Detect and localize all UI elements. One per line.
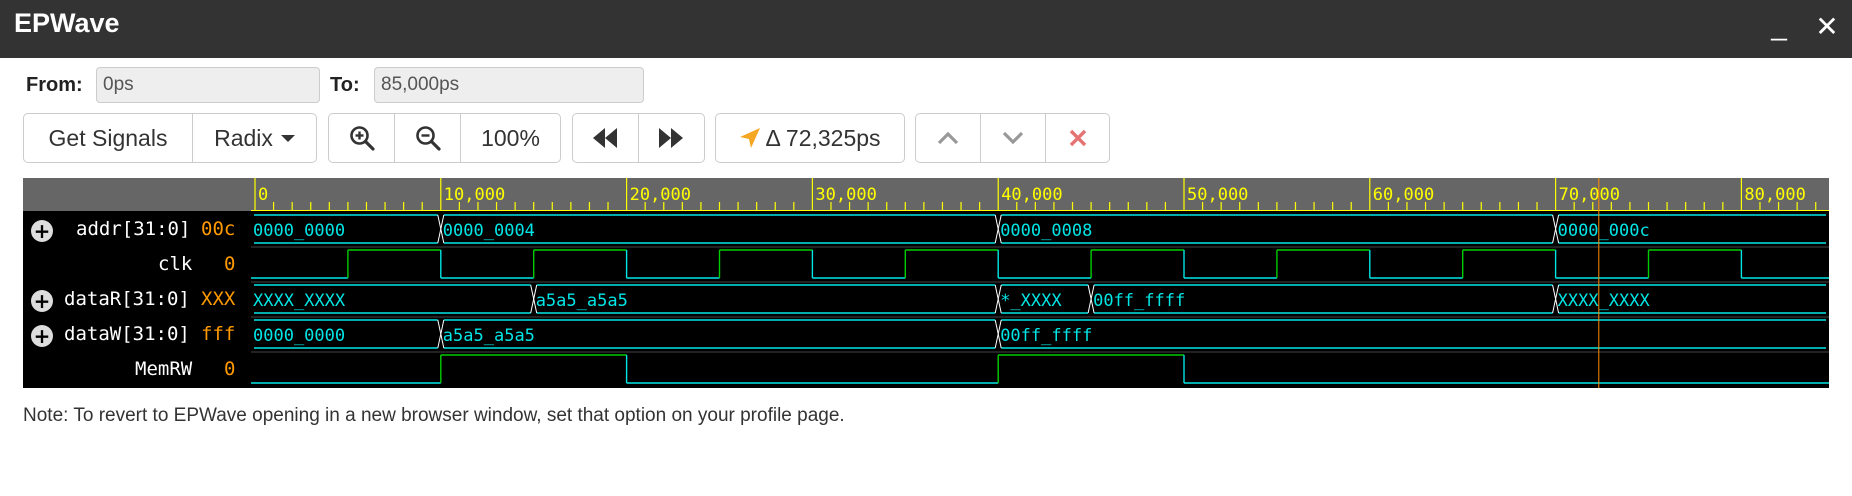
to-label: To: — [330, 74, 360, 96]
fast-forward-button[interactable] — [639, 114, 705, 162]
bus-value-label: 0000_0008 — [1000, 221, 1092, 241]
footer-note: Note: To revert to EPWave opening in a n… — [23, 405, 845, 426]
move-down-button[interactable] — [981, 114, 1046, 162]
bus-value-label: 00ff_ffff — [1093, 291, 1185, 311]
bus-value-label: 0000_0000 — [253, 221, 345, 241]
signal-name-MemRW: MemRW — [135, 358, 193, 380]
window-title: EPWave — [14, 8, 120, 38]
close-icon — [1069, 129, 1086, 147]
zoom-in-icon — [349, 126, 375, 151]
ruler-corner — [23, 178, 251, 211]
fast-forward-icon — [659, 128, 684, 148]
ruler-tick-label: 60,000 — [1373, 185, 1434, 205]
delta-label: Δ 72,325ps — [765, 124, 881, 151]
signal-name-clk: clk — [158, 253, 193, 275]
zoom-out-button[interactable] — [395, 114, 461, 162]
delta-button-group: Δ 72,325ps — [715, 113, 905, 163]
signal-edit-button-group — [915, 113, 1110, 163]
radix-label: Radix — [214, 124, 273, 151]
delete-signal-button[interactable] — [1046, 114, 1109, 162]
close-window-button[interactable]: ✕ — [1810, 10, 1844, 48]
waveform-canvas[interactable]: 0 10,000 20,000 30,000 40,000 50,000 60,000 70,… — [251, 178, 1829, 388]
ruler-tick-label: 40,000 — [1001, 185, 1062, 205]
zoom-in-button[interactable] — [329, 114, 395, 162]
signal-row-dataW[interactable]: + dataW[31:0] fff — [23, 319, 251, 353]
ruler-tick-label: 30,000 — [815, 185, 876, 205]
navigation-button-group — [572, 113, 705, 163]
expand-plus-icon[interactable]: + — [31, 220, 53, 242]
ruler-tick-label: 10,000 — [444, 185, 505, 205]
ruler-tick-label: 20,000 — [630, 185, 691, 205]
signals-button-group: Get Signals Radix — [23, 113, 317, 163]
bus-value-label: 0000_0000 — [253, 326, 345, 346]
rewind-icon — [593, 128, 618, 148]
signal-value-dataW: fff — [201, 323, 236, 345]
signal-name-dataW: dataW[31:0] — [64, 323, 190, 345]
zoom-button-group: 100% — [328, 113, 561, 163]
bus-value-label: 0000_0004 — [443, 221, 535, 241]
cursor-arrow-icon — [740, 128, 761, 148]
caret-down-icon — [280, 135, 295, 142]
move-up-button[interactable] — [916, 114, 981, 162]
signal-row-dataR[interactable]: + dataR[31:0] XXX — [23, 284, 251, 318]
bus-value-label: *_XXXX — [1000, 291, 1062, 311]
signal-name-dataR: dataR[31:0] — [64, 288, 190, 310]
signal-name-addr: addr[31:0] — [76, 218, 191, 240]
chevron-down-icon — [1002, 131, 1024, 145]
from-input[interactable] — [96, 67, 320, 103]
signal-value-dataR: XXX — [201, 288, 236, 310]
chevron-up-icon — [937, 131, 959, 145]
bus-value-label: XXXX_XXXX — [253, 291, 346, 311]
zoom-level-button[interactable]: 100% — [461, 114, 560, 162]
signal-value-clk: 0 — [224, 253, 236, 275]
signal-row-clk[interactable]: clk 0 — [23, 249, 251, 283]
to-input[interactable] — [374, 67, 644, 103]
signal-value-addr: 00c — [201, 218, 236, 240]
ruler-tick-label: 0 — [258, 185, 268, 205]
zoom-out-icon — [415, 126, 441, 151]
waveform-viewer: + addr[31:0] 00c clk 0 + dataR[31:0] XXX… — [23, 178, 1829, 388]
ruler-tick-label: 70,000 — [1559, 185, 1620, 205]
minimize-button[interactable]: _ — [1762, 10, 1796, 48]
bus-value-label: a5a5_a5a5 — [443, 326, 535, 346]
expand-plus-icon[interactable]: + — [31, 290, 53, 312]
signal-name-panel: + addr[31:0] 00c clk 0 + dataR[31:0] XXX… — [23, 178, 251, 388]
get-signals-button[interactable]: Get Signals — [24, 114, 193, 162]
ruler-tick-label: 50,000 — [1187, 185, 1248, 205]
radix-dropdown[interactable]: Radix — [193, 114, 316, 162]
ruler-tick-label: 80,000 — [1744, 185, 1805, 205]
bus-value-label: XXXX_XXXX — [1558, 291, 1651, 311]
cursor-delta-button[interactable]: Δ 72,325ps — [716, 114, 904, 162]
signal-row-addr[interactable]: + addr[31:0] 00c — [23, 214, 251, 248]
bus-value-label: 0000_000c — [1558, 221, 1650, 241]
title-bar: EPWave _ ✕ — [0, 0, 1852, 58]
from-label: From: — [26, 74, 83, 96]
signal-value-MemRW: 0 — [224, 358, 236, 380]
expand-plus-icon[interactable]: + — [31, 325, 53, 347]
bus-value-label: 00ff_ffff — [1000, 326, 1092, 346]
bus-value-label: a5a5_a5a5 — [536, 291, 628, 311]
signal-row-MemRW[interactable]: MemRW 0 — [23, 354, 251, 388]
rewind-button[interactable] — [573, 114, 639, 162]
